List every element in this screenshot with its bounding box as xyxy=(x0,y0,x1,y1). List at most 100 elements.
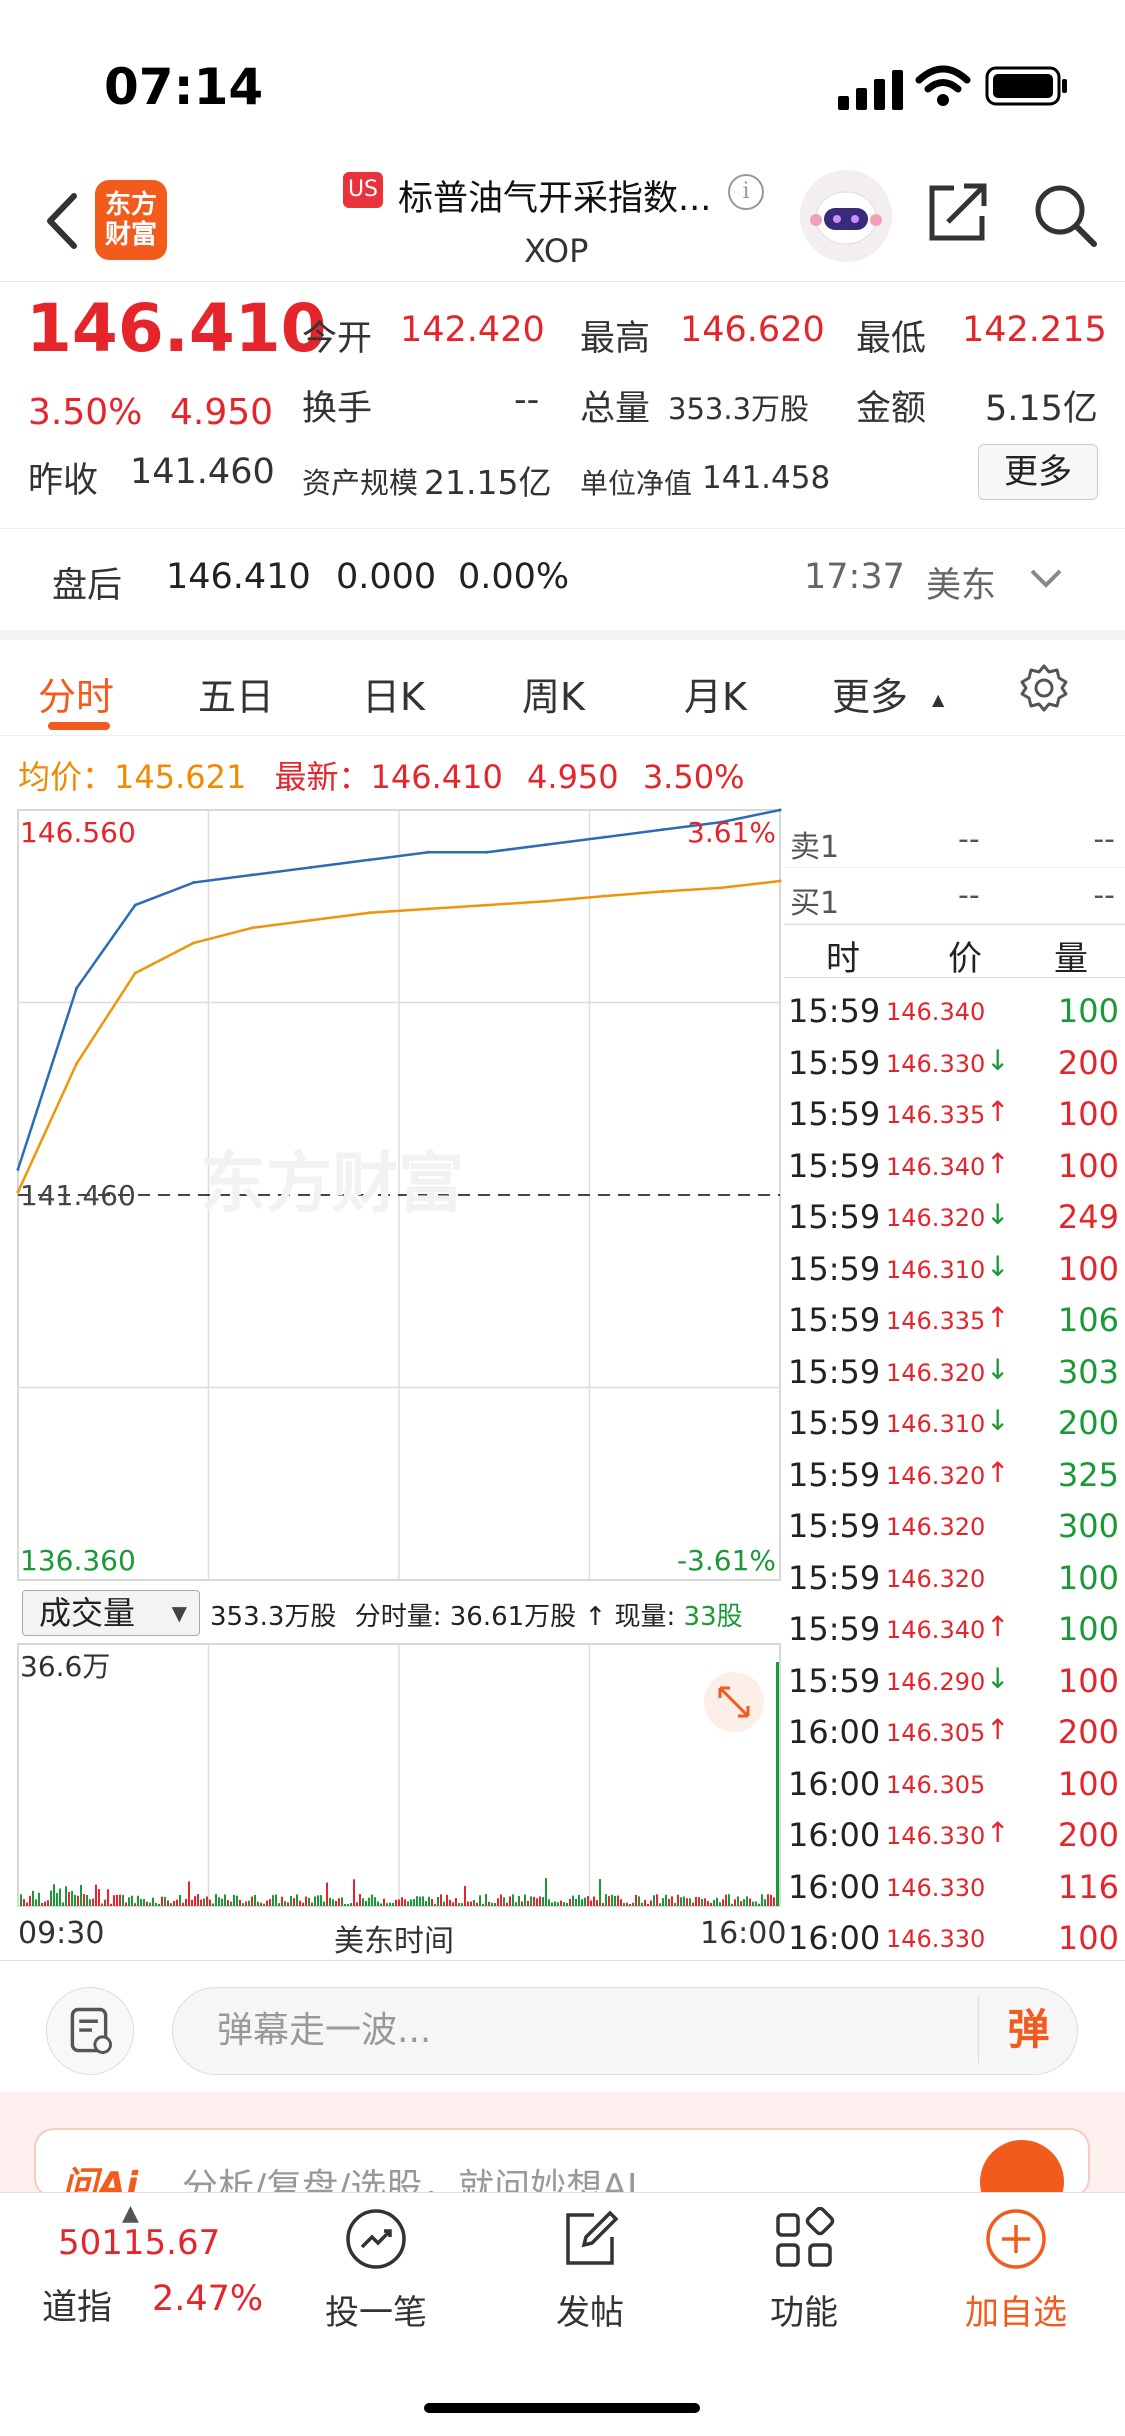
trade-price: 146.320 xyxy=(886,1513,986,1541)
volume-bar xyxy=(581,1899,583,1906)
logo-text-2: 财富 xyxy=(104,220,157,250)
trade-time: 15:59 xyxy=(788,1249,881,1288)
average-price-point xyxy=(133,971,137,975)
bid-price: -- xyxy=(958,878,980,913)
back-icon[interactable] xyxy=(36,188,96,254)
trade-time: 15:59 xyxy=(788,1043,881,1082)
volume-bar xyxy=(608,1896,610,1906)
tab-weekly-k[interactable]: 周K xyxy=(522,666,585,721)
tick-arrow: ↑ xyxy=(584,1602,607,1632)
more-button[interactable]: 更多 xyxy=(978,444,1098,500)
volume-bar xyxy=(134,1903,136,1906)
volume-bar xyxy=(209,1899,211,1906)
trade-row: 16:00 146.330 ↑ 200 xyxy=(784,1810,1125,1861)
chevron-down-icon[interactable] xyxy=(1028,567,1064,591)
ai-search-box[interactable]: 问Ai 分析/复盘/选股，就问妙想AI xyxy=(34,2128,1090,2224)
nav-post[interactable]: 发帖 xyxy=(520,2207,660,2334)
after-hours-zone: 美东 xyxy=(926,566,997,606)
volume-bar xyxy=(155,1902,157,1906)
tab-monthly-k[interactable]: 月K xyxy=(684,666,747,721)
share-icon[interactable] xyxy=(926,180,990,244)
tab-intraday[interactable]: 分时 xyxy=(38,666,114,721)
volume-bar xyxy=(500,1894,502,1906)
bid-volume: -- xyxy=(1093,878,1115,913)
volume-bar xyxy=(518,1896,520,1906)
volume-bar xyxy=(530,1896,532,1906)
trade-price: 146.305 xyxy=(886,1719,986,1747)
trade-direction-arrow: ↑ xyxy=(986,1610,1010,1643)
amount-label: 金额 xyxy=(856,389,927,429)
trade-direction-arrow: ↓ xyxy=(986,1249,1010,1283)
volume-bar xyxy=(314,1896,316,1906)
settings-gear-icon[interactable] xyxy=(1018,662,1070,714)
volume-bar xyxy=(326,1882,328,1906)
tab-daily-k[interactable]: 日K xyxy=(362,666,425,721)
volume-bar xyxy=(77,1895,79,1906)
low-label: 最低 xyxy=(856,319,927,359)
volume-bar xyxy=(308,1897,310,1906)
stock-name[interactable]: 标普油气开采指数... xyxy=(398,170,711,221)
trade-price: 146.330 xyxy=(886,1925,986,1953)
notes-icon[interactable] xyxy=(46,1987,134,2075)
price-point xyxy=(250,873,254,877)
volume-chart[interactable]: 36.6万 xyxy=(0,1642,784,1910)
danmu-input[interactable]: 弹幕走一波... xyxy=(172,1987,1078,2075)
volume-bar xyxy=(137,1895,139,1906)
volume-bar xyxy=(680,1897,682,1906)
trade-time: 16:00 xyxy=(788,1764,881,1803)
turnover-value: -- xyxy=(514,380,540,420)
volume-bar xyxy=(245,1901,247,1906)
price-point xyxy=(16,1167,20,1171)
volume-bar xyxy=(611,1894,613,1906)
index-percent[interactable]: 2.47% xyxy=(152,2279,263,2319)
search-icon[interactable] xyxy=(1032,182,1098,248)
volume-bar xyxy=(218,1897,220,1906)
volume-bar xyxy=(269,1899,271,1906)
avg-price-label: 均价： xyxy=(18,758,115,796)
trade-price: 146.320 xyxy=(886,1461,986,1490)
watermark: 东方财富 xyxy=(200,1145,464,1222)
trade-time: 15:59 xyxy=(788,1352,881,1391)
volume-bar xyxy=(644,1900,646,1906)
ai-assistant-banner[interactable]: 问Ai 分析/复盘/选股，就问妙想AI xyxy=(0,2092,1125,2224)
index-name[interactable]: 道指 xyxy=(42,2279,112,2330)
volume-bar xyxy=(593,1896,595,1906)
indicator-selector[interactable]: 成交量 ▼ xyxy=(22,1590,200,1636)
volume-bar xyxy=(635,1894,637,1906)
volume-bar xyxy=(440,1894,442,1906)
nav-invest[interactable]: 投一笔 xyxy=(306,2207,446,2334)
after-hours-price: 146.410 xyxy=(166,557,311,597)
volume-bar xyxy=(431,1899,433,1906)
danmu-button[interactable]: 弹 xyxy=(978,1997,1078,2063)
trade-direction-arrow: ↓ xyxy=(986,1352,1010,1386)
volume-bar xyxy=(170,1903,172,1906)
intraday-price-chart[interactable]: 东方财富 146.560 3.61% 141.460 136.360 -3.61% xyxy=(0,808,784,1588)
index-value[interactable]: 50115.67 xyxy=(58,2223,220,2263)
tab-more[interactable]: 更多 xyxy=(832,666,908,721)
volume-bar xyxy=(146,1901,148,1906)
volume-bar xyxy=(728,1894,730,1906)
volume-bar xyxy=(101,1903,103,1906)
trade-time: 15:59 xyxy=(788,992,881,1030)
volume-value: 353.3万股 xyxy=(668,392,810,426)
info-icon[interactable]: i xyxy=(728,174,764,210)
tab-five-day[interactable]: 五日 xyxy=(198,666,274,721)
bid-label: 买1 xyxy=(790,886,840,921)
volume-bar xyxy=(494,1903,496,1906)
nav-add-watchlist[interactable]: 加自选 xyxy=(946,2207,1086,2334)
trade-time: 15:59 xyxy=(788,1404,881,1442)
trade-direction-arrow: ↓ xyxy=(986,1043,1010,1077)
volume-bar xyxy=(683,1896,685,1906)
volume-bar xyxy=(539,1896,541,1906)
volume-bar xyxy=(389,1902,391,1906)
volume-bar xyxy=(356,1902,358,1906)
change-amount: 4.950 xyxy=(170,392,274,433)
nav-add-watchlist-label: 加自选 xyxy=(965,2293,1067,2333)
after-hours-row[interactable]: 盘后 146.410 0.000 0.00% 17:37 美东 xyxy=(0,528,1125,630)
trade-row: 15:59 146.335 ↑ 106 xyxy=(784,1295,1125,1346)
volume-bar xyxy=(50,1890,52,1906)
time-end: 16:00 xyxy=(700,1916,787,1951)
nav-functions[interactable]: 功能 xyxy=(734,2207,874,2334)
robot-avatar-icon[interactable] xyxy=(800,170,892,262)
trade-volume: 200 xyxy=(1057,1404,1119,1442)
